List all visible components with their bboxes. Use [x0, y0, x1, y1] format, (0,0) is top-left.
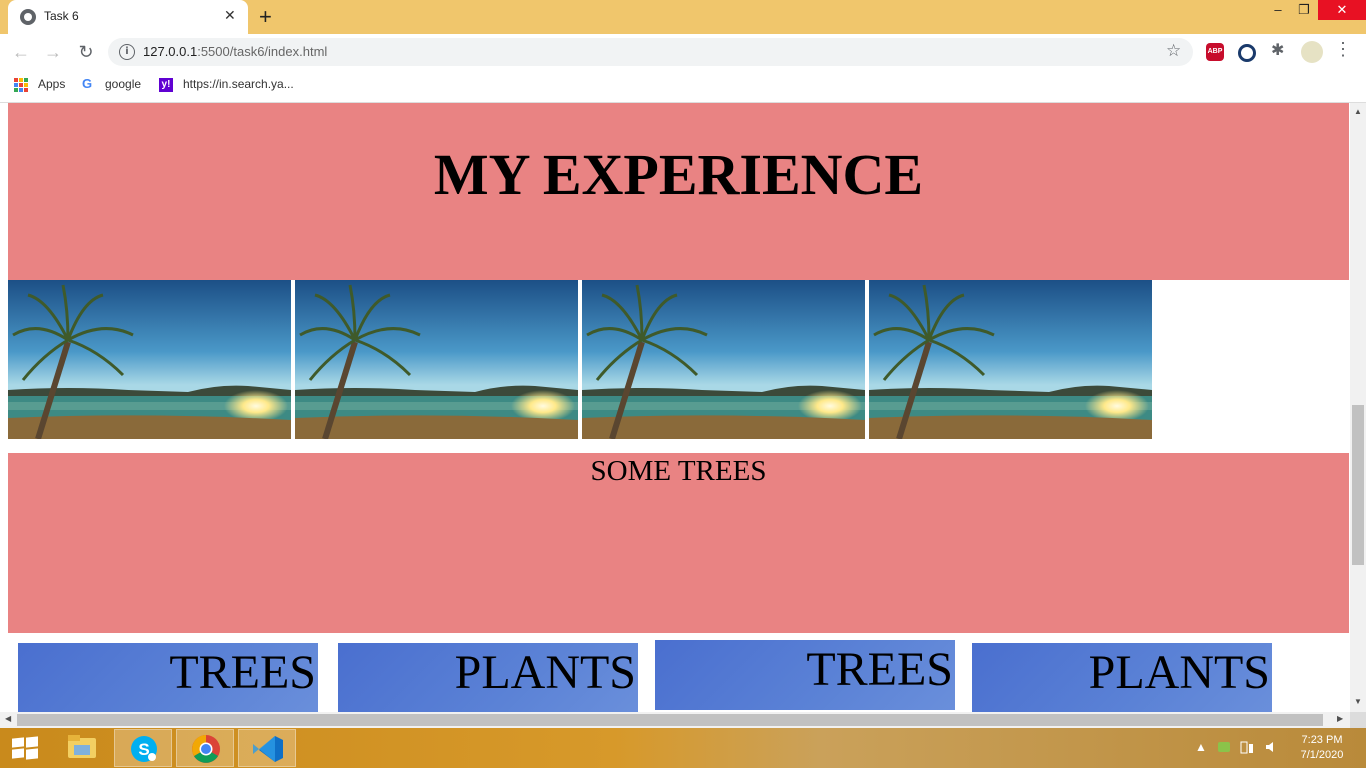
browser-titlebar: Task 6 ✕ + ‒ ❐ ✕ — [0, 0, 1366, 34]
profile-avatar[interactable] — [1301, 41, 1323, 63]
horizontal-scroll-thumb[interactable] — [17, 714, 1323, 726]
minimize-icon[interactable]: ‒ — [1264, 0, 1292, 20]
volume-icon[interactable] — [1264, 740, 1278, 757]
url-text[interactable]: 127.0.0.1:5500/task6/index.html — [143, 44, 327, 59]
browser-tab[interactable]: Task 6 ✕ — [8, 0, 248, 34]
bookmark-yahoo-search[interactable]: https://in.search.ya... — [183, 77, 294, 91]
trees-section: SOME TREES — [8, 453, 1349, 633]
scroll-corner — [1350, 712, 1366, 728]
adblock-icon[interactable]: ABP — [1206, 43, 1224, 61]
reload-icon[interactable]: ↻ — [74, 40, 98, 64]
vscode-icon[interactable] — [238, 729, 296, 767]
card-plants[interactable]: PLANTS — [972, 643, 1272, 712]
palm-beach-photo — [295, 280, 578, 439]
lens-icon[interactable] — [1238, 44, 1256, 62]
vertical-scroll-thumb[interactable] — [1352, 405, 1364, 565]
globe-icon — [20, 9, 36, 25]
card-trees[interactable]: TREES — [18, 643, 318, 712]
card-label: TREES — [806, 643, 953, 696]
chrome-icon[interactable] — [176, 729, 234, 767]
star-icon[interactable]: ☆ — [1166, 41, 1181, 61]
tab-title: Task 6 — [44, 9, 79, 23]
card-plants[interactable]: PLANTS — [338, 643, 638, 712]
page-title: MY EXPERIENCE — [433, 142, 924, 207]
scroll-up-icon[interactable]: ▲ — [1354, 107, 1362, 116]
file-explorer-icon[interactable] — [53, 729, 111, 767]
vertical-scrollbar[interactable]: ▲ ▼ — [1350, 103, 1366, 712]
scroll-right-icon[interactable]: ▶ — [1337, 714, 1343, 723]
palm-beach-photo — [8, 280, 291, 439]
scroll-left-icon[interactable]: ◀ — [5, 714, 11, 723]
back-icon[interactable]: ← — [9, 40, 33, 64]
restore-icon[interactable]: ❐ — [1290, 0, 1318, 20]
svg-text:S: S — [138, 740, 149, 759]
card-trees[interactable]: TREES — [655, 640, 955, 710]
clock[interactable]: 7:23 PM 7/1/2020 — [1292, 733, 1352, 763]
info-icon[interactable]: i — [119, 44, 135, 60]
url-host: 127.0.0.1 — [143, 44, 198, 59]
google-icon: G — [82, 76, 93, 91]
network-icon[interactable] — [1217, 740, 1231, 757]
tab-close-icon[interactable]: ✕ — [224, 7, 236, 24]
extensions-icon[interactable]: ✱ — [1271, 40, 1289, 59]
browser-toolbar: ← → ↻ i 127.0.0.1:5500/task6/index.html … — [0, 34, 1366, 70]
windows-taskbar: S ▲ 7:23 PM 7/1/2020 — [0, 728, 1366, 768]
window-close-icon[interactable]: ✕ — [1318, 0, 1366, 20]
clock-date: 7/1/2020 — [1300, 749, 1344, 761]
yahoo-icon: y! — [159, 78, 173, 92]
address-bar[interactable]: i 127.0.0.1:5500/task6/index.html ☆ — [108, 38, 1193, 66]
experience-section: MY EXPERIENCE — [8, 103, 1349, 280]
bookmarks-bar: Apps G google y! https://in.search.ya... — [0, 70, 1366, 103]
new-tab-icon[interactable]: + — [259, 4, 272, 30]
card-label: PLANTS — [1088, 646, 1270, 699]
menu-icon[interactable]: ⋮ — [1334, 39, 1352, 59]
windows-start-icon[interactable] — [12, 736, 38, 760]
forward-icon[interactable]: → — [41, 40, 65, 64]
card-label: PLANTS — [454, 646, 636, 699]
bookmark-apps[interactable]: Apps — [38, 77, 65, 91]
apps-icon[interactable] — [14, 78, 28, 92]
page-viewport: MY EXPERIENCE SOME TREES TREES PLANTS TR… — [0, 103, 1350, 712]
section-heading: SOME TREES — [590, 455, 767, 487]
battery-icon[interactable] — [1239, 740, 1255, 757]
url-path: :5500/task6/index.html — [197, 44, 328, 59]
scroll-down-icon[interactable]: ▼ — [1354, 697, 1362, 706]
bookmark-google[interactable]: google — [105, 77, 141, 91]
horizontal-scrollbar[interactable]: ◀ ▶ — [0, 712, 1350, 728]
card-label: TREES — [169, 646, 316, 699]
palm-beach-photo — [582, 280, 865, 439]
skype-icon[interactable]: S — [114, 729, 172, 767]
clock-time: 7:23 PM — [1301, 734, 1343, 746]
palm-beach-photo — [869, 280, 1152, 439]
show-hidden-icons[interactable]: ▲ — [1195, 740, 1207, 754]
